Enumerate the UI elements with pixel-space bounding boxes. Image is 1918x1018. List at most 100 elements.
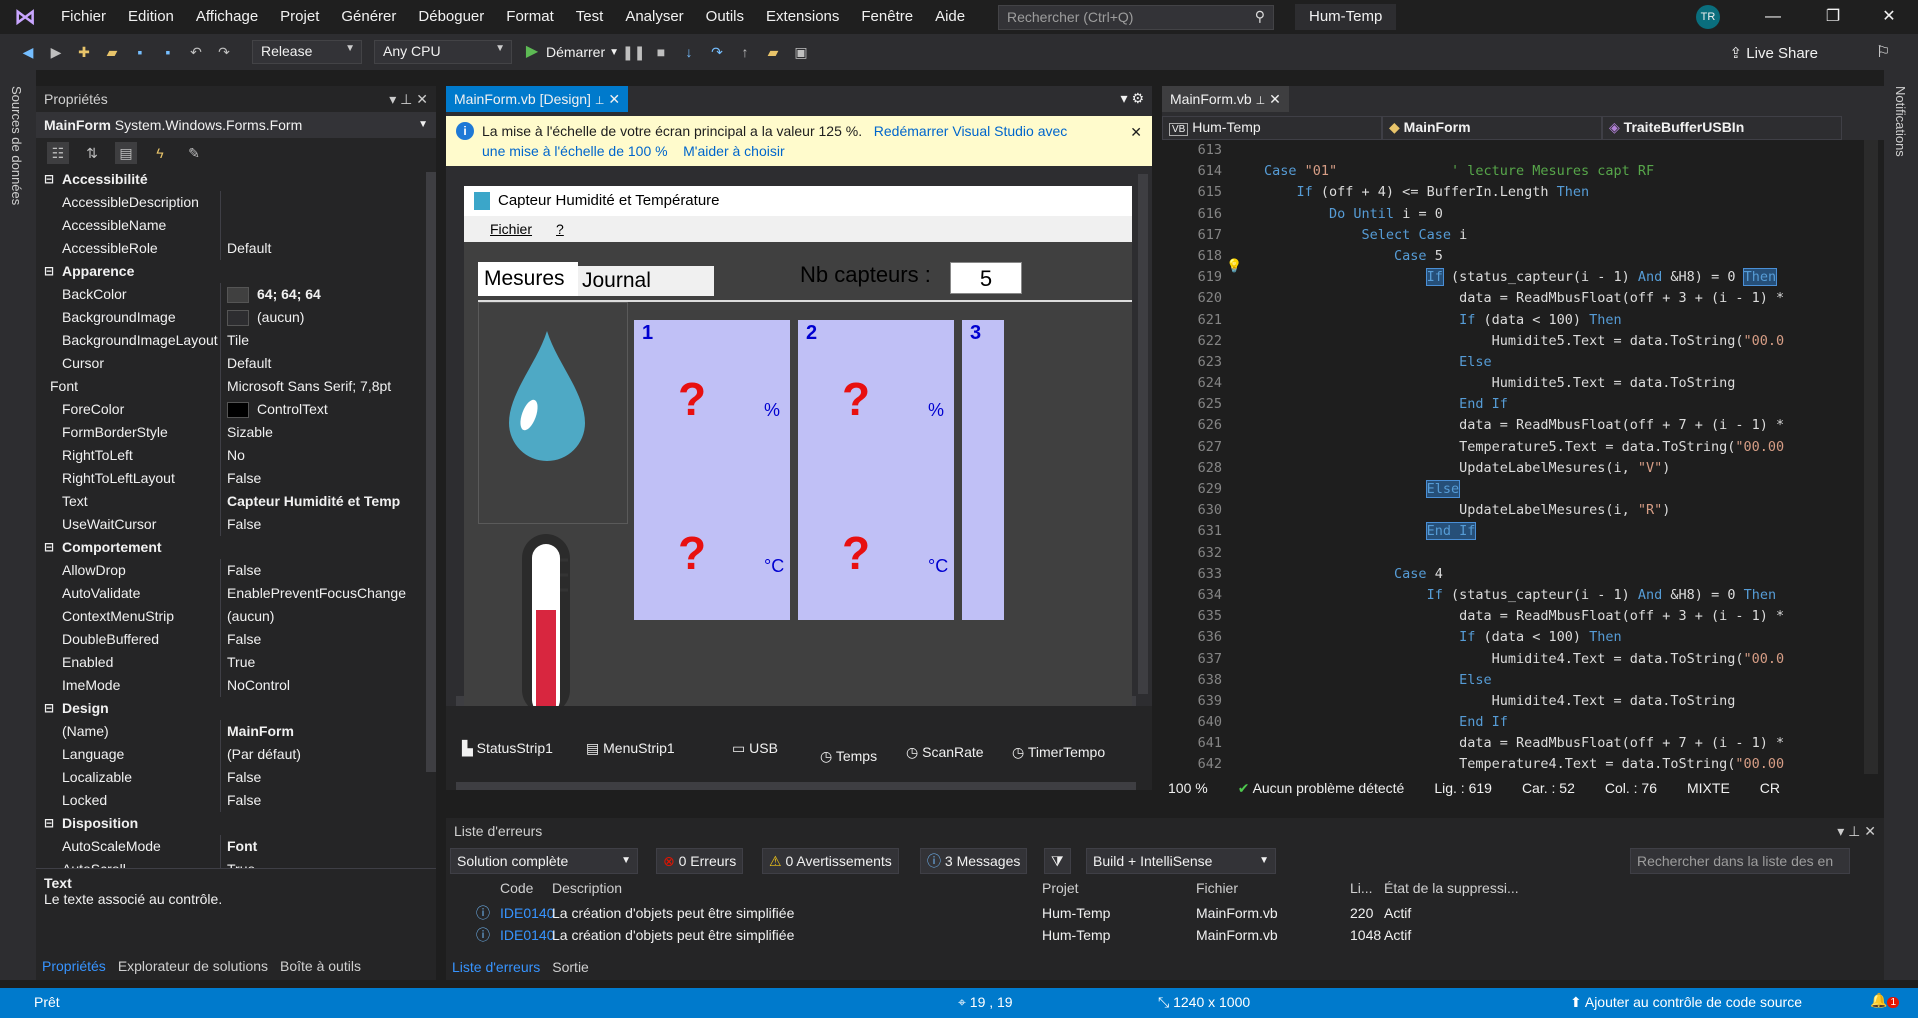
code-line[interactable]: 620 data = ReadMbusFloat(off + 3 + (i - …: [1162, 288, 1884, 309]
alphabetical-icon[interactable]: ⇅: [81, 142, 103, 164]
menu-4[interactable]: Générer: [330, 0, 407, 34]
new-project-icon[interactable]: ✚: [73, 41, 95, 63]
code-line[interactable]: 635 data = ReadMbusFloat(off + 3 + (i - …: [1162, 606, 1884, 627]
code-line[interactable]: 625 End If: [1162, 394, 1884, 415]
code-text[interactable]: 613 614 Case "01" ' lecture Mesures capt R…: [1162, 140, 1884, 774]
code-line[interactable]: 615 If (off + 4) <= BufferIn.Length Then: [1162, 182, 1884, 203]
property-row[interactable]: Enabled True: [36, 651, 422, 674]
property-row[interactable]: AutoScaleMode Font: [36, 835, 422, 858]
code-line[interactable]: 628 UpdateLabelMesures(i, "V"): [1162, 458, 1884, 479]
close-info-icon[interactable]: ✕: [1130, 122, 1142, 142]
column-header[interactable]: Code: [500, 880, 533, 896]
forward-icon[interactable]: ▶: [45, 41, 67, 63]
object-selector[interactable]: MainForm System.Windows.Forms.Form ▼: [36, 112, 436, 138]
notifications-tab[interactable]: Notifications: [1893, 86, 1908, 157]
menu-11[interactable]: Fenêtre: [850, 0, 924, 34]
property-row[interactable]: BackgroundImage (aucun): [36, 306, 422, 329]
tray-component[interactable]: ▭ USB: [732, 740, 778, 757]
live-share-button[interactable]: ⇪ Live Share: [1730, 44, 1818, 62]
menu-2[interactable]: Affichage: [185, 0, 269, 34]
code-line[interactable]: 627 Temperature5.Text = data.ToString("0…: [1162, 437, 1884, 458]
property-row[interactable]: (Name) MainForm: [36, 720, 422, 743]
code-line[interactable]: 634 If (status_capteur(i - 1) And &H8) =…: [1162, 585, 1884, 606]
save-icon[interactable]: ▪: [129, 41, 151, 63]
prop-category[interactable]: ⊟ Comportement: [36, 536, 422, 559]
tray-component[interactable]: ▤ MenuStrip1: [586, 740, 675, 757]
property-row[interactable]: DoubleBuffered False: [36, 628, 422, 651]
code-line[interactable]: 619 If (status_capteur(i - 1) And &H8) =…: [1162, 267, 1884, 288]
property-row[interactable]: Text Capteur Humidité et Temp: [36, 490, 422, 513]
tab-1[interactable]: Explorateur de solutions: [112, 955, 274, 977]
collapse-icon[interactable]: ⊟: [44, 168, 54, 191]
data-sources-tab[interactable]: Sources de données: [9, 86, 24, 205]
code-line[interactable]: 637 Humidite4.Text = data.ToString("00.0: [1162, 649, 1884, 670]
minimize-icon[interactable]: —: [1750, 0, 1796, 34]
property-row[interactable]: UseWaitCursor False: [36, 513, 422, 536]
error-code-link[interactable]: IDE0140: [500, 924, 554, 946]
tab-code[interactable]: MainForm.vb ⊥ ✕: [1162, 86, 1289, 112]
form-preview[interactable]: Capteur Humidité et Température Fichier?…: [464, 186, 1132, 706]
stop-icon[interactable]: ■: [650, 41, 672, 63]
lightbulb-icon[interactable]: 💡: [1226, 258, 1242, 274]
code-line[interactable]: 636 If (data < 100) Then: [1162, 627, 1884, 648]
method-nav-select[interactable]: ◈ TraiteBufferUSBIn: [1602, 116, 1842, 140]
code-line[interactable]: 629 Else: [1162, 479, 1884, 500]
close-icon[interactable]: ✕: [1866, 0, 1912, 34]
code-line[interactable]: 623 Else: [1162, 352, 1884, 373]
find-files-icon[interactable]: ▰: [762, 41, 784, 63]
step-into-icon[interactable]: ↓: [678, 41, 700, 63]
zoom-select[interactable]: 100 %: [1168, 780, 1208, 796]
tab-0[interactable]: Liste d'erreurs: [446, 956, 546, 978]
close-tab-icon[interactable]: ✕: [608, 91, 620, 107]
prop-category[interactable]: ⊟ Accessibilité: [36, 168, 422, 191]
property-row[interactable]: AllowDrop False: [36, 559, 422, 582]
redo-icon[interactable]: ↷: [213, 41, 235, 63]
tab-1[interactable]: Sortie: [546, 956, 595, 978]
property-row[interactable]: AutoScrollTrue: [36, 858, 422, 868]
tray-component[interactable]: ◷ ScanRate: [906, 744, 984, 761]
property-row[interactable]: AccessibleName: [36, 214, 422, 237]
column-header[interactable]: Projet: [1042, 880, 1079, 896]
menu-1[interactable]: Edition: [117, 0, 185, 34]
tab-design[interactable]: MainForm.vb [Design] ⊥ ✕: [446, 86, 629, 112]
property-row[interactable]: Font Microsoft Sans Serif; 7,8pt: [36, 375, 422, 398]
code-line[interactable]: 640 End If: [1162, 712, 1884, 733]
problems-status[interactable]: ✔ Aucun problème détecté: [1238, 780, 1405, 797]
panel-controls-icon[interactable]: ▾ ⊥ ✕: [1837, 818, 1876, 844]
categorized-icon[interactable]: ☷: [47, 142, 69, 164]
prop-category[interactable]: ⊟ Apparence: [36, 260, 422, 283]
play-icon[interactable]: ▶: [521, 41, 543, 63]
property-row[interactable]: AutoValidate EnablePreventFocusChange: [36, 582, 422, 605]
menu-0[interactable]: Fichier: [50, 0, 117, 34]
code-line[interactable]: 618 Case 5: [1162, 246, 1884, 267]
collapse-icon[interactable]: ⊟: [44, 260, 54, 283]
column-header[interactable]: Description: [552, 880, 622, 896]
tab-journal[interactable]: Journal: [578, 266, 714, 296]
sensor-panel[interactable]: 2??% °C: [798, 320, 954, 620]
prop-category[interactable]: ⊟ Disposition: [36, 812, 422, 835]
property-row[interactable]: Locked False: [36, 789, 422, 812]
error-code-link[interactable]: IDE0140: [500, 902, 554, 924]
collapse-icon[interactable]: ⊟: [44, 812, 54, 835]
help-choose-link[interactable]: M'aider à choisir: [683, 143, 785, 159]
back-icon[interactable]: ◀: [17, 41, 39, 63]
errors-filter-button[interactable]: ⊗ 0 Erreurs: [656, 848, 744, 874]
menu-3[interactable]: Projet: [269, 0, 330, 34]
column-header[interactable]: Fichier: [1196, 880, 1238, 896]
menu-9[interactable]: Outils: [695, 0, 755, 34]
menu-8[interactable]: Analyser: [614, 0, 694, 34]
avatar[interactable]: TR: [1696, 5, 1720, 29]
sensor-panel[interactable]: 1??% °C: [634, 320, 790, 620]
messages-filter-button[interactable]: ⓘ 3 Messages: [920, 848, 1028, 874]
step-out-icon[interactable]: ↑: [734, 41, 756, 63]
step-over-icon[interactable]: ↷: [706, 41, 728, 63]
platform-select[interactable]: Any CPU ▼: [374, 40, 512, 64]
collapse-icon[interactable]: ⊟: [44, 536, 54, 559]
property-row[interactable]: BackColor 64; 64; 64: [36, 283, 422, 306]
code-line[interactable]: 622 Humidite5.Text = data.ToString("00.0: [1162, 331, 1884, 352]
filter-icon[interactable]: ⧩: [1044, 848, 1071, 874]
sensor-panel[interactable]: 3??: [962, 320, 1004, 620]
menu-6[interactable]: Format: [495, 0, 565, 34]
design-vscroll[interactable]: [1138, 174, 1148, 694]
property-row[interactable]: AccessibleDescription: [36, 191, 422, 214]
